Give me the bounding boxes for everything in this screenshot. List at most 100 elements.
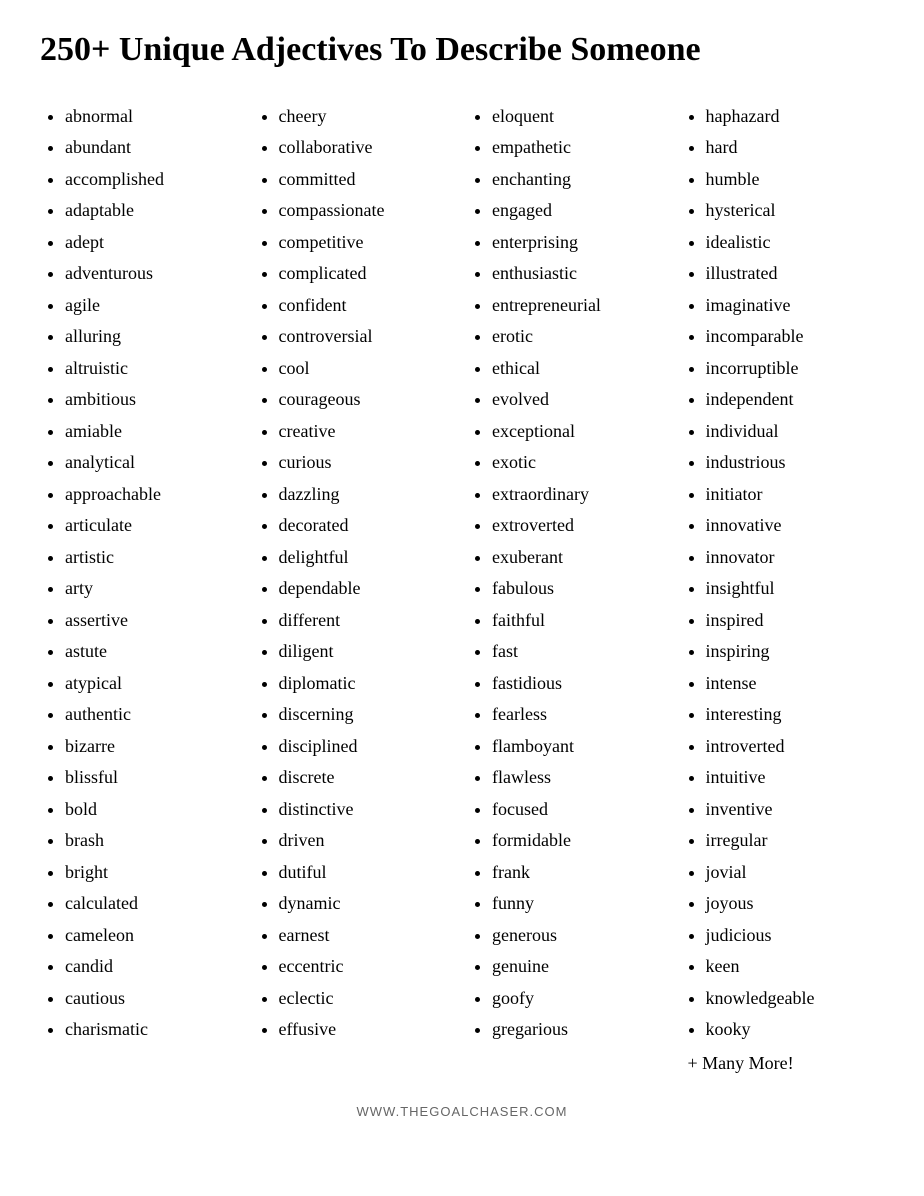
list-item: fastidious	[492, 668, 666, 700]
list-item: abnormal	[65, 101, 239, 133]
list-item: curious	[279, 447, 453, 479]
list-item: intense	[706, 668, 880, 700]
list-1: abnormalabundantaccomplishedadaptableade…	[45, 101, 239, 1046]
list-item: bright	[65, 857, 239, 889]
list-item: bold	[65, 794, 239, 826]
list-item: dutiful	[279, 857, 453, 889]
list-item: eloquent	[492, 101, 666, 133]
list-item: funny	[492, 888, 666, 920]
more-label: + Many More!	[686, 1048, 880, 1080]
list-item: haphazard	[706, 101, 880, 133]
list-item: innovative	[706, 510, 880, 542]
list-item: keen	[706, 951, 880, 983]
list-item: arty	[65, 573, 239, 605]
list-item: generous	[492, 920, 666, 952]
list-item: inspiring	[706, 636, 880, 668]
column-4: haphazardhardhumblehystericalidealistici…	[681, 101, 885, 1080]
list-item: calculated	[65, 888, 239, 920]
list-item: charismatic	[65, 1014, 239, 1046]
list-item: independent	[706, 384, 880, 416]
list-item: candid	[65, 951, 239, 983]
list-item: blissful	[65, 762, 239, 794]
list-item: approachable	[65, 479, 239, 511]
list-item: compassionate	[279, 195, 453, 227]
list-item: agile	[65, 290, 239, 322]
list-item: analytical	[65, 447, 239, 479]
adjectives-grid: abnormalabundantaccomplishedadaptableade…	[40, 101, 884, 1080]
list-item: driven	[279, 825, 453, 857]
list-item: gregarious	[492, 1014, 666, 1046]
list-item: dynamic	[279, 888, 453, 920]
list-item: kooky	[706, 1014, 880, 1046]
list-item: extroverted	[492, 510, 666, 542]
list-item: discrete	[279, 762, 453, 794]
list-item: frank	[492, 857, 666, 889]
list-item: interesting	[706, 699, 880, 731]
list-item: exotic	[492, 447, 666, 479]
list-4: haphazardhardhumblehystericalidealistici…	[686, 101, 880, 1046]
list-item: complicated	[279, 258, 453, 290]
list-item: individual	[706, 416, 880, 448]
list-item: hard	[706, 132, 880, 164]
list-item: fabulous	[492, 573, 666, 605]
list-item: incomparable	[706, 321, 880, 353]
list-item: collaborative	[279, 132, 453, 164]
list-item: discerning	[279, 699, 453, 731]
list-item: idealistic	[706, 227, 880, 259]
list-item: earnest	[279, 920, 453, 952]
list-item: cautious	[65, 983, 239, 1015]
list-item: faithful	[492, 605, 666, 637]
list-item: dazzling	[279, 479, 453, 511]
list-item: joyous	[706, 888, 880, 920]
list-item: abundant	[65, 132, 239, 164]
list-item: alluring	[65, 321, 239, 353]
list-item: disciplined	[279, 731, 453, 763]
column-2: cheerycollaborativecommittedcompassionat…	[254, 101, 458, 1080]
list-item: artistic	[65, 542, 239, 574]
list-item: amiable	[65, 416, 239, 448]
list-item: hysterical	[706, 195, 880, 227]
list-item: enchanting	[492, 164, 666, 196]
list-item: enterprising	[492, 227, 666, 259]
list-item: assertive	[65, 605, 239, 637]
list-item: articulate	[65, 510, 239, 542]
list-2: cheerycollaborativecommittedcompassionat…	[259, 101, 453, 1046]
list-item: authentic	[65, 699, 239, 731]
list-item: innovator	[706, 542, 880, 574]
list-item: inventive	[706, 794, 880, 826]
column-1: abnormalabundantaccomplishedadaptableade…	[40, 101, 244, 1080]
list-item: decorated	[279, 510, 453, 542]
list-item: adaptable	[65, 195, 239, 227]
list-item: dependable	[279, 573, 453, 605]
list-item: controversial	[279, 321, 453, 353]
list-3: eloquentempatheticenchantingengagedenter…	[472, 101, 666, 1046]
list-item: formidable	[492, 825, 666, 857]
list-item: insightful	[706, 573, 880, 605]
list-item: cool	[279, 353, 453, 385]
list-item: competitive	[279, 227, 453, 259]
list-item: astute	[65, 636, 239, 668]
list-item: flamboyant	[492, 731, 666, 763]
list-item: incorruptible	[706, 353, 880, 385]
list-item: diligent	[279, 636, 453, 668]
list-item: enthusiastic	[492, 258, 666, 290]
list-item: illustrated	[706, 258, 880, 290]
list-item: altruistic	[65, 353, 239, 385]
list-item: adept	[65, 227, 239, 259]
list-item: introverted	[706, 731, 880, 763]
list-item: ethical	[492, 353, 666, 385]
list-item: goofy	[492, 983, 666, 1015]
list-item: exceptional	[492, 416, 666, 448]
list-item: ambitious	[65, 384, 239, 416]
list-item: cheery	[279, 101, 453, 133]
list-item: diplomatic	[279, 668, 453, 700]
list-item: distinctive	[279, 794, 453, 826]
list-item: atypical	[65, 668, 239, 700]
list-item: confident	[279, 290, 453, 322]
list-item: industrious	[706, 447, 880, 479]
list-item: delightful	[279, 542, 453, 574]
list-item: fast	[492, 636, 666, 668]
list-item: creative	[279, 416, 453, 448]
list-item: eccentric	[279, 951, 453, 983]
list-item: knowledgeable	[706, 983, 880, 1015]
